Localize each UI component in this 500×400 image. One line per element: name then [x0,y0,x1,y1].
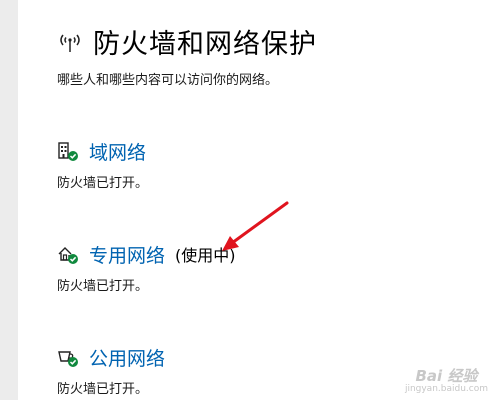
public-network-status: 防火墙已打开。 [57,382,149,397]
domain-network-icon [58,142,78,161]
public-network-icon [58,351,78,367]
private-network-icon [58,247,78,264]
page-subtitle: 哪些人和哪些内容可以访问你的网络。 [57,73,279,88]
private-network-status: 防火墙已打开。 [57,279,149,294]
page-title: 防火墙和网络保护 [93,29,317,60]
private-network-link[interactable]: 专用网络 [89,241,165,268]
public-network-section: 公用网络 防火墙已打开。 [57,342,165,398]
watermark-url: jingyan.baidu.com [404,384,488,394]
watermark: Bai 经验 jingyan.baidu.com [405,368,488,394]
active-network-tag: (使用中) [175,246,236,265]
domain-network-section: 域网络 防火墙已打开。 [57,136,149,192]
watermark-logo: Bai 经验 [415,367,478,385]
navigation-pane-edge [0,0,18,400]
firewall-page: 防火墙和网络保护 哪些人和哪些内容可以访问你的网络。 域网络 防火墙已打开。 专… [0,0,500,400]
domain-network-status: 防火墙已打开。 [57,176,149,191]
public-network-link[interactable]: 公用网络 [89,344,165,371]
domain-network-link[interactable]: 域网络 [89,138,146,165]
page-header: 防火墙和网络保护 [57,22,317,61]
private-network-section: 专用网络 (使用中) 防火墙已打开。 [57,239,236,295]
antenna-icon [60,34,80,52]
